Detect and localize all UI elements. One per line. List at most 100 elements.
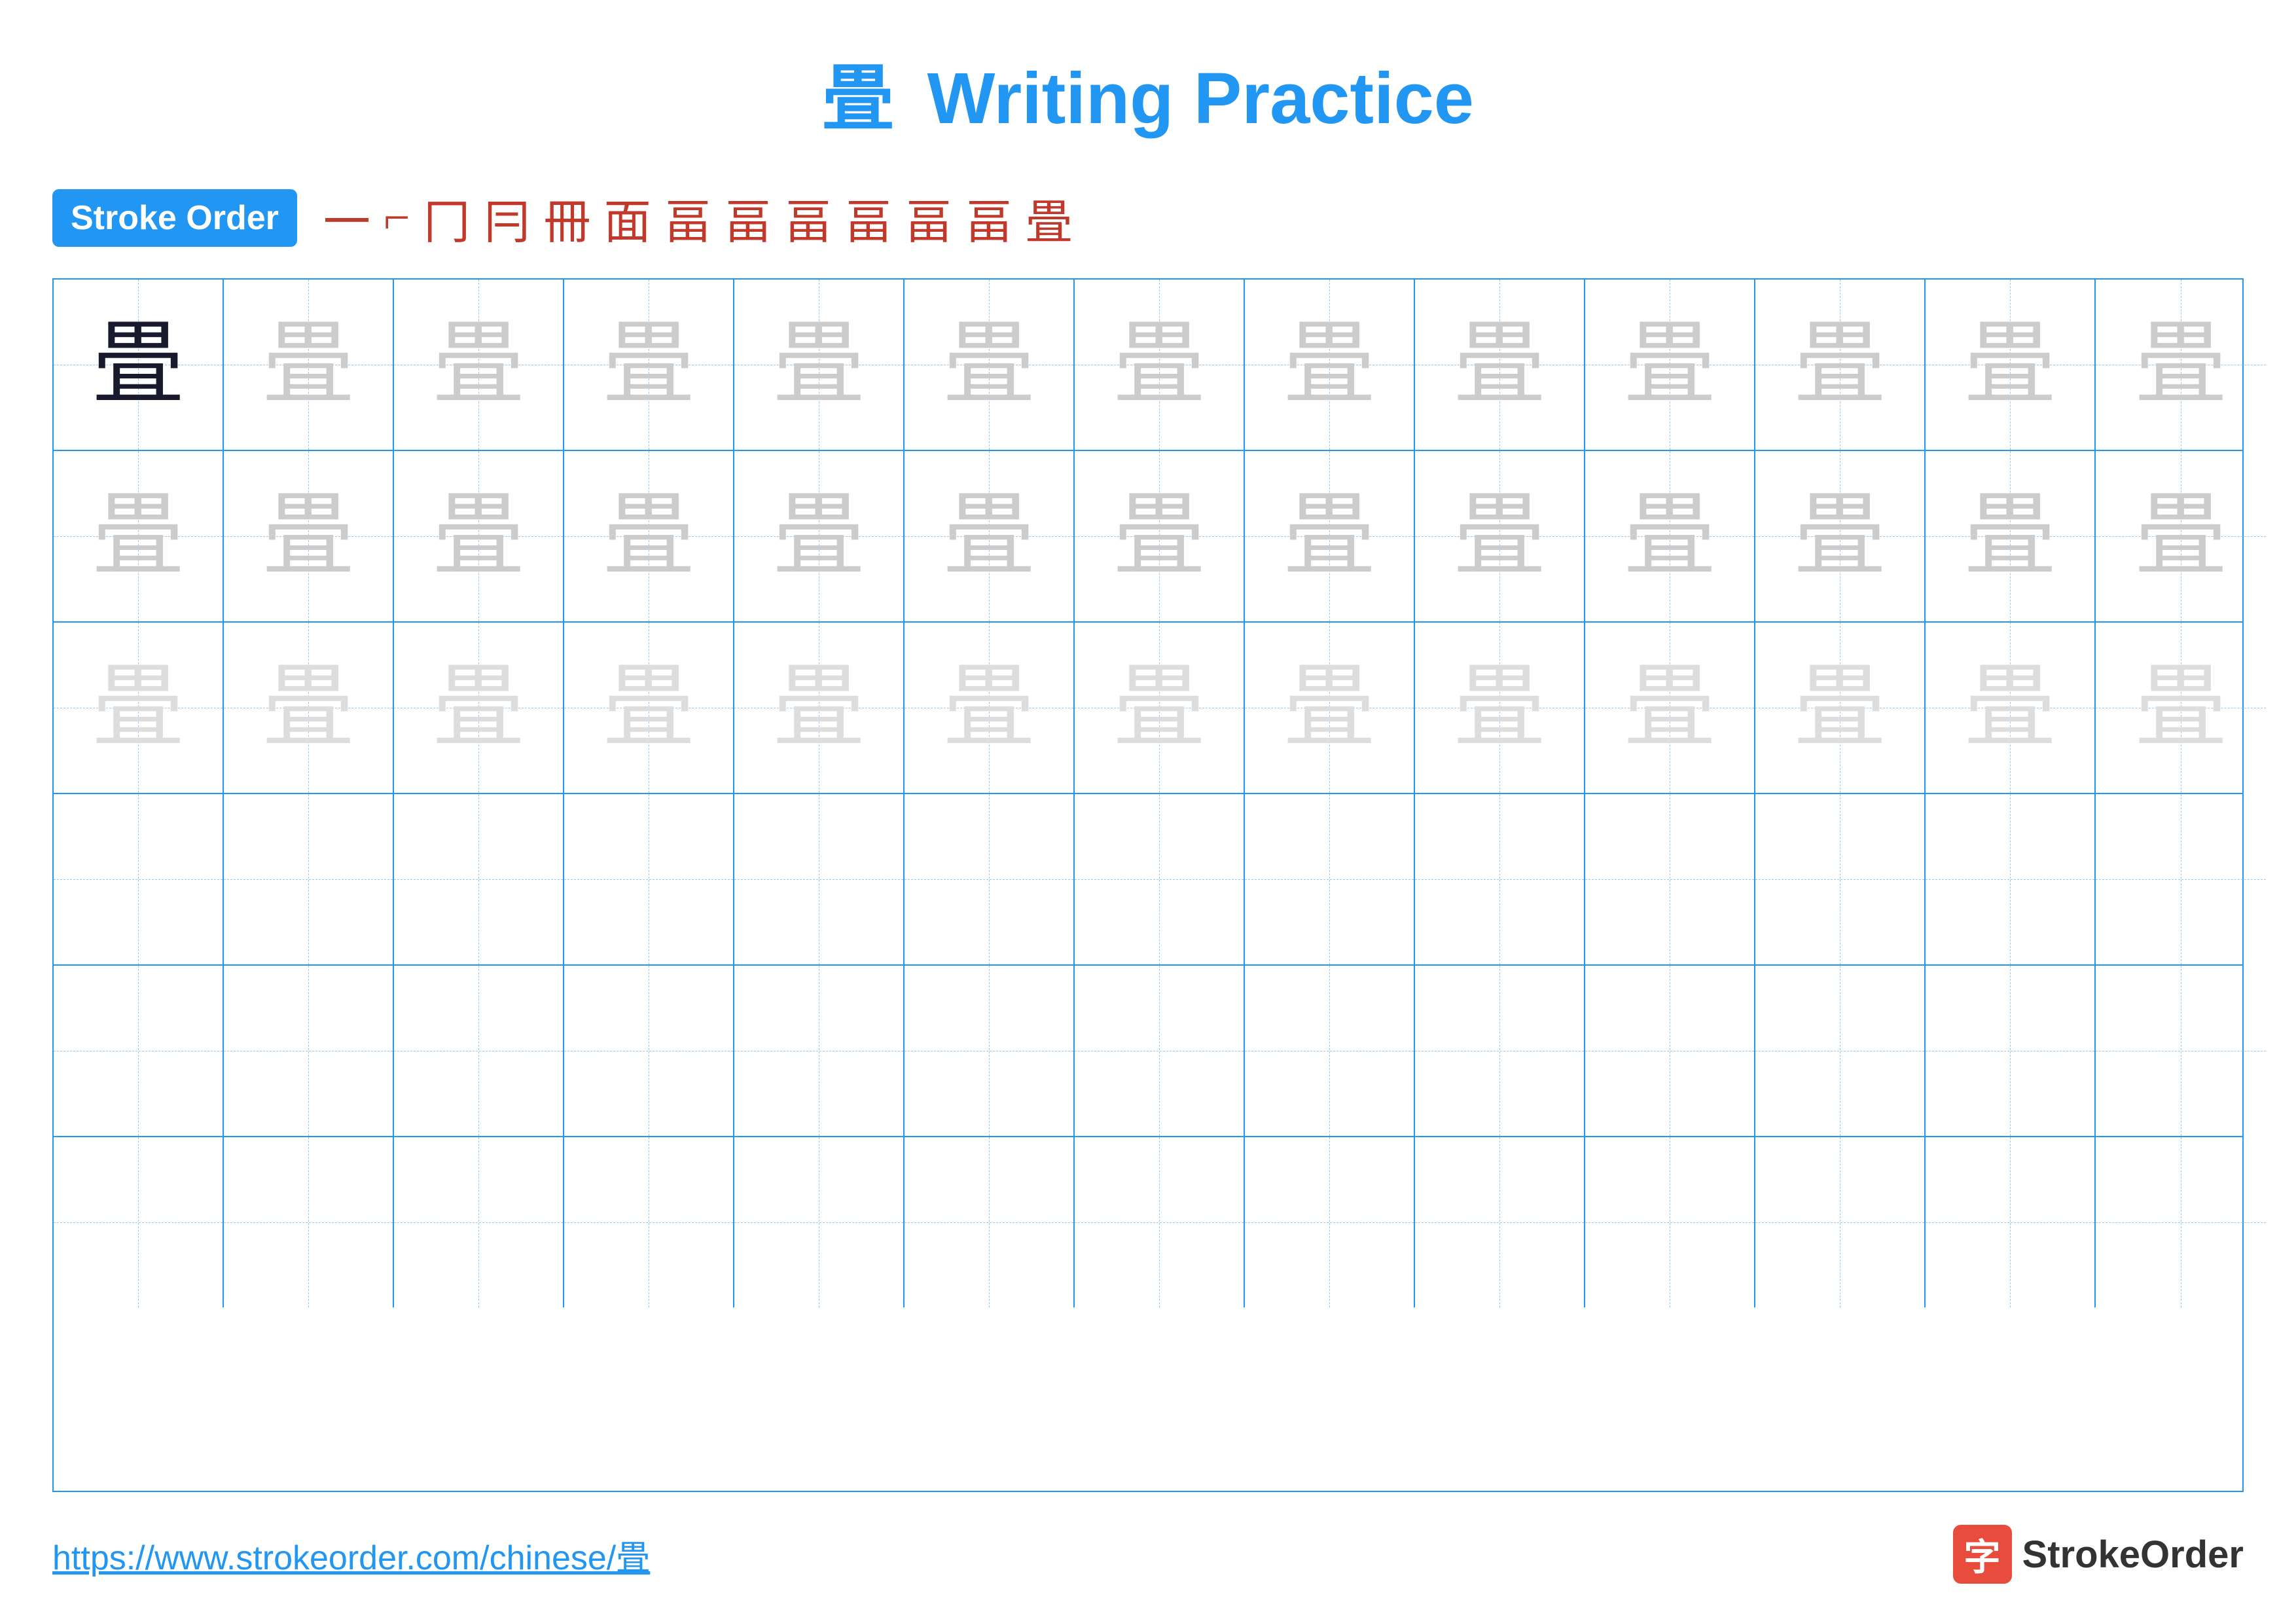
- grid-row-1: 畳 畳 畳 畳 畳 畳 畳 畳 畳 畳 畳 畳 畳: [54, 280, 2242, 451]
- grid-cell-5-10[interactable]: [1585, 966, 1755, 1136]
- grid-cell-3-7[interactable]: 畳: [1075, 623, 1245, 793]
- grid-cell-4-4[interactable]: [564, 794, 734, 964]
- grid-cell-1-10[interactable]: 畳: [1585, 280, 1755, 450]
- grid-cell-3-1[interactable]: 畳: [54, 623, 224, 793]
- grid-cell-6-5[interactable]: [734, 1137, 905, 1307]
- practice-char: 畳: [1283, 319, 1375, 410]
- practice-char: 畳: [773, 662, 865, 754]
- practice-char: 畳: [1624, 662, 1715, 754]
- practice-char: 畳: [1113, 319, 1205, 410]
- grid-cell-4-12[interactable]: [1926, 794, 2096, 964]
- grid-cell-3-5[interactable]: 畳: [734, 623, 905, 793]
- practice-char: 畳: [1454, 319, 1545, 410]
- grid-cell-2-13[interactable]: 畳: [2096, 451, 2266, 621]
- grid-cell-6-1[interactable]: [54, 1137, 224, 1307]
- stroke-6: 面: [604, 183, 651, 252]
- grid-cell-5-2[interactable]: [224, 966, 394, 1136]
- grid-cell-2-5[interactable]: 畳: [734, 451, 905, 621]
- grid-row-4: [54, 794, 2242, 966]
- grid-cell-6-2[interactable]: [224, 1137, 394, 1307]
- grid-cell-2-9[interactable]: 畳: [1415, 451, 1585, 621]
- grid-cell-1-12[interactable]: 畳: [1926, 280, 2096, 450]
- practice-char: 畳: [1113, 490, 1205, 582]
- grid-cell-3-8[interactable]: 畳: [1245, 623, 1415, 793]
- grid-cell-6-7[interactable]: [1075, 1137, 1245, 1307]
- grid-cell-2-7[interactable]: 畳: [1075, 451, 1245, 621]
- grid-cell-4-6[interactable]: [905, 794, 1075, 964]
- grid-cell-4-11[interactable]: [1755, 794, 1926, 964]
- grid-cell-1-2[interactable]: 畳: [224, 280, 394, 450]
- grid-cell-1-8[interactable]: 畳: [1245, 280, 1415, 450]
- grid-cell-2-11[interactable]: 畳: [1755, 451, 1926, 621]
- grid-cell-4-10[interactable]: [1585, 794, 1755, 964]
- grid-cell-6-13[interactable]: [2096, 1137, 2266, 1307]
- grid-cell-1-4[interactable]: 畳: [564, 280, 734, 450]
- grid-cell-2-1[interactable]: 畳: [54, 451, 224, 621]
- grid-cell-4-3[interactable]: [394, 794, 564, 964]
- grid-cell-2-10[interactable]: 畳: [1585, 451, 1755, 621]
- stroke-13: 畳: [1026, 183, 1073, 252]
- grid-cell-2-4[interactable]: 畳: [564, 451, 734, 621]
- grid-cell-6-12[interactable]: [1926, 1137, 2096, 1307]
- grid-cell-1-13[interactable]: 畳: [2096, 280, 2266, 450]
- grid-cell-1-11[interactable]: 畳: [1755, 280, 1926, 450]
- grid-cell-5-5[interactable]: [734, 966, 905, 1136]
- grid-cell-6-9[interactable]: [1415, 1137, 1585, 1307]
- practice-char: 畳: [433, 662, 524, 754]
- grid-cell-6-10[interactable]: [1585, 1137, 1755, 1307]
- practice-char: 畳: [1964, 319, 2056, 410]
- grid-cell-4-1[interactable]: [54, 794, 224, 964]
- grid-cell-4-5[interactable]: [734, 794, 905, 964]
- stroke-3: 冂: [423, 183, 471, 252]
- grid-cell-1-6[interactable]: 畳: [905, 280, 1075, 450]
- grid-cell-2-2[interactable]: 畳: [224, 451, 394, 621]
- grid-cell-2-8[interactable]: 畳: [1245, 451, 1415, 621]
- grid-cell-5-11[interactable]: [1755, 966, 1926, 1136]
- grid-cell-2-12[interactable]: 畳: [1926, 451, 2096, 621]
- grid-cell-1-5[interactable]: 畳: [734, 280, 905, 450]
- grid-cell-5-6[interactable]: [905, 966, 1075, 1136]
- grid-cell-6-8[interactable]: [1245, 1137, 1415, 1307]
- grid-cell-1-7[interactable]: 畳: [1075, 280, 1245, 450]
- grid-cell-3-12[interactable]: 畳: [1926, 623, 2096, 793]
- grid-cell-5-1[interactable]: [54, 966, 224, 1136]
- grid-cell-3-6[interactable]: 畳: [905, 623, 1075, 793]
- grid-cell-5-9[interactable]: [1415, 966, 1585, 1136]
- grid-cell-6-3[interactable]: [394, 1137, 564, 1307]
- grid-cell-6-6[interactable]: [905, 1137, 1075, 1307]
- grid-cell-3-10[interactable]: 畳: [1585, 623, 1755, 793]
- grid-cell-6-4[interactable]: [564, 1137, 734, 1307]
- grid-cell-2-6[interactable]: 畳: [905, 451, 1075, 621]
- practice-char: 畳: [2135, 319, 2227, 410]
- practice-char: 畳: [1964, 662, 2056, 754]
- practice-char: 畳: [1283, 490, 1375, 582]
- practice-grid[interactable]: 畳 畳 畳 畳 畳 畳 畳 畳 畳 畳 畳 畳 畳 畳 畳 畳 畳 畳 畳 畳 …: [52, 278, 2244, 1492]
- grid-cell-5-8[interactable]: [1245, 966, 1415, 1136]
- grid-cell-4-8[interactable]: [1245, 794, 1415, 964]
- grid-cell-5-13[interactable]: [2096, 966, 2266, 1136]
- brand-icon: 字: [1953, 1525, 2012, 1584]
- grid-cell-1-1[interactable]: 畳: [54, 280, 224, 450]
- grid-cell-4-7[interactable]: [1075, 794, 1245, 964]
- grid-cell-6-11[interactable]: [1755, 1137, 1926, 1307]
- grid-cell-2-3[interactable]: 畳: [394, 451, 564, 621]
- grid-cell-3-13[interactable]: 畳: [2096, 623, 2266, 793]
- grid-cell-1-9[interactable]: 畳: [1415, 280, 1585, 450]
- grid-cell-5-3[interactable]: [394, 966, 564, 1136]
- footer-url[interactable]: https://www.strokeorder.com/chinese/畳: [52, 1530, 650, 1579]
- footer-brand: 字 StrokeOrder: [1953, 1525, 2244, 1584]
- grid-cell-1-3[interactable]: 畳: [394, 280, 564, 450]
- grid-cell-4-9[interactable]: [1415, 794, 1585, 964]
- stroke-4: 冃: [484, 183, 531, 252]
- grid-cell-5-12[interactable]: [1926, 966, 2096, 1136]
- grid-cell-3-2[interactable]: 畳: [224, 623, 394, 793]
- grid-cell-3-9[interactable]: 畳: [1415, 623, 1585, 793]
- grid-cell-3-11[interactable]: 畳: [1755, 623, 1926, 793]
- grid-cell-3-3[interactable]: 畳: [394, 623, 564, 793]
- practice-char: 畳: [262, 662, 354, 754]
- grid-cell-4-13[interactable]: [2096, 794, 2266, 964]
- grid-cell-4-2[interactable]: [224, 794, 394, 964]
- grid-cell-5-4[interactable]: [564, 966, 734, 1136]
- grid-cell-3-4[interactable]: 畳: [564, 623, 734, 793]
- grid-cell-5-7[interactable]: [1075, 966, 1245, 1136]
